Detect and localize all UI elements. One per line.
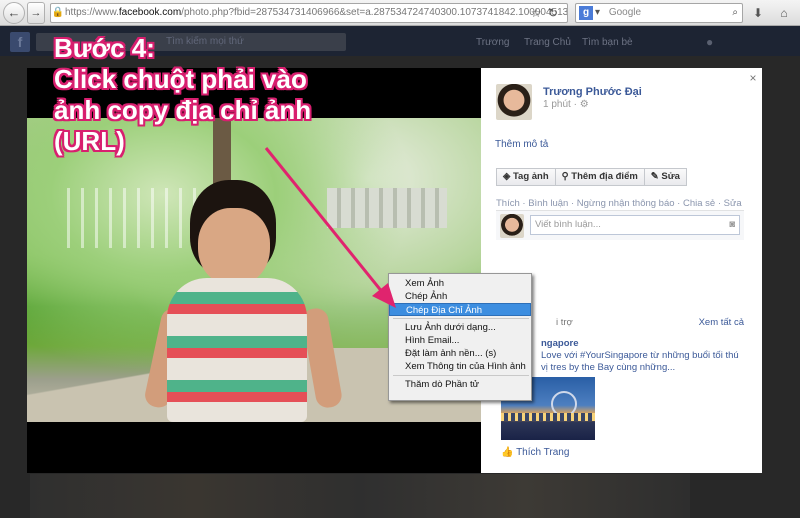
avatar[interactable] xyxy=(496,84,532,120)
close-icon[interactable]: × xyxy=(747,71,759,85)
sponsored-label: i trợ xyxy=(556,317,573,328)
google-icon: g xyxy=(579,6,593,20)
annotation-line: ảnh copy địa chỉ ảnh xyxy=(54,95,312,125)
ad-image-city xyxy=(501,413,595,421)
menu-item-copy-image[interactable]: Chép Ảnh xyxy=(389,290,531,303)
annotation-line: Bước 4: xyxy=(54,33,155,63)
sponsored-header: i trợ Xem tất cả xyxy=(496,317,744,328)
step-annotation: Bước 4: Click chuột phải vào ảnh copy đị… xyxy=(54,33,354,157)
menu-item-view-image-info[interactable]: Xem Thông tin của Hình ảnh xyxy=(389,360,531,373)
like-page-link[interactable]: 👍 Thích Trang xyxy=(501,447,569,458)
comment-input[interactable]: Viết bình luận... ◙ xyxy=(530,215,740,235)
photo-action-buttons: ◈ Tag ảnh ⚲ Thêm địa điểm ✎ Sửa xyxy=(496,168,687,186)
post-time: 1 phút · ⚙ xyxy=(543,99,589,110)
user-name-link[interactable]: Trương Phước Đại xyxy=(543,86,642,98)
search-engine-dropdown-icon[interactable]: ▾ xyxy=(595,7,600,18)
add-description-link[interactable]: Thêm mô tả xyxy=(495,139,548,150)
photo-info-panel: × Trương Phước Đại 1 phút · ⚙ Thêm mô tả… xyxy=(481,68,762,473)
child-striped-shirt xyxy=(167,278,307,422)
edit-label: Sửa xyxy=(661,171,680,182)
dimmed-page-content xyxy=(30,474,690,518)
add-location-label: Thêm địa điểm xyxy=(571,171,638,182)
reload-icon[interactable]: ↻ xyxy=(545,5,561,21)
commenter-avatar xyxy=(500,214,524,238)
home-icon[interactable]: ⌂ xyxy=(776,5,792,21)
ad-title-link[interactable]: ngapore xyxy=(541,338,578,349)
menu-item-view-image[interactable]: Xem Ảnh xyxy=(389,277,531,290)
add-location-button[interactable]: ⚲ Thêm địa điểm xyxy=(555,168,645,186)
pencil-icon: ✎ xyxy=(650,171,662,182)
tag-photo-button[interactable]: ◈ Tag ảnh xyxy=(496,168,556,186)
download-icon[interactable]: ⬇ xyxy=(750,5,766,21)
search-bar[interactable]: g ▾ Google ⌕ xyxy=(575,3,743,23)
browser-toolbar: ← → 🔒https://www.facebook.com/photo.php?… xyxy=(0,0,800,26)
nav-profile[interactable]: Trương xyxy=(476,37,509,48)
url-path: /photo.php?fbid=287534731406966&set=a.28… xyxy=(181,7,568,18)
comment-placeholder: Viết bình luận... xyxy=(535,219,601,230)
context-menu: Xem Ảnh Chép Ảnh Chép Địa Chỉ Ảnh Lưu Ản… xyxy=(388,273,532,401)
nav-find-friends[interactable]: Tìm bạn bè xyxy=(582,37,633,48)
lock-icon: 🔒 xyxy=(51,7,65,18)
menu-separator xyxy=(393,318,529,319)
edit-button[interactable]: ✎ Sửa xyxy=(644,168,687,186)
url-prefix: https://www. xyxy=(65,7,119,18)
bench xyxy=(327,188,447,228)
annotation-line: (URL) xyxy=(54,126,125,156)
url-host: facebook.com xyxy=(118,7,182,18)
child-face xyxy=(198,208,270,286)
forward-button[interactable]: → xyxy=(27,2,45,24)
menu-item-inspect-element[interactable]: Thăm dò Phần tử xyxy=(389,378,531,391)
bookmark-star-icon[interactable]: ☆ xyxy=(528,5,544,21)
annotation-line: Click chuột phải vào xyxy=(54,64,307,94)
location-pin-icon: ⚲ xyxy=(561,171,572,182)
address-bar[interactable]: 🔒https://www.facebook.com/photo.php?fbid… xyxy=(50,3,568,23)
menu-item-email-image[interactable]: Hình Email... xyxy=(389,334,531,347)
comment-box: Viết bình luận... ◙ xyxy=(496,210,744,240)
thumbs-up-icon: 👍 xyxy=(501,447,517,458)
menu-item-save-image-as[interactable]: Lưu Ảnh dưới dạng... xyxy=(389,321,531,334)
post-actions-line[interactable]: Thích · Bình luận · Ngừng nhận thông báo… xyxy=(496,198,742,209)
menu-item-copy-image-address[interactable]: Chép Địa Chỉ Ảnh xyxy=(389,303,531,316)
search-placeholder: Google xyxy=(608,7,642,18)
tag-photo-label: Tag ảnh xyxy=(512,171,549,182)
magnifier-icon[interactable]: ⌕ xyxy=(732,4,738,22)
menu-item-set-as-background[interactable]: Đặt làm ảnh nền... (s) xyxy=(389,347,531,360)
ad-text[interactable]: Love với #YourSingapore từ những buổi tố… xyxy=(501,350,747,374)
tag-icon: ◈ xyxy=(503,171,513,182)
like-page-label: Thích Trang xyxy=(516,447,570,458)
nav-home[interactable]: Trang Chủ xyxy=(524,37,571,48)
facebook-logo[interactable]: f xyxy=(10,32,30,52)
notification-globe-icon[interactable]: ● xyxy=(706,35,713,49)
menu-separator xyxy=(393,375,529,376)
back-button[interactable]: ← xyxy=(3,2,25,24)
camera-icon[interactable]: ◙ xyxy=(729,216,735,234)
see-all-link[interactable]: Xem tất cả xyxy=(699,317,744,328)
